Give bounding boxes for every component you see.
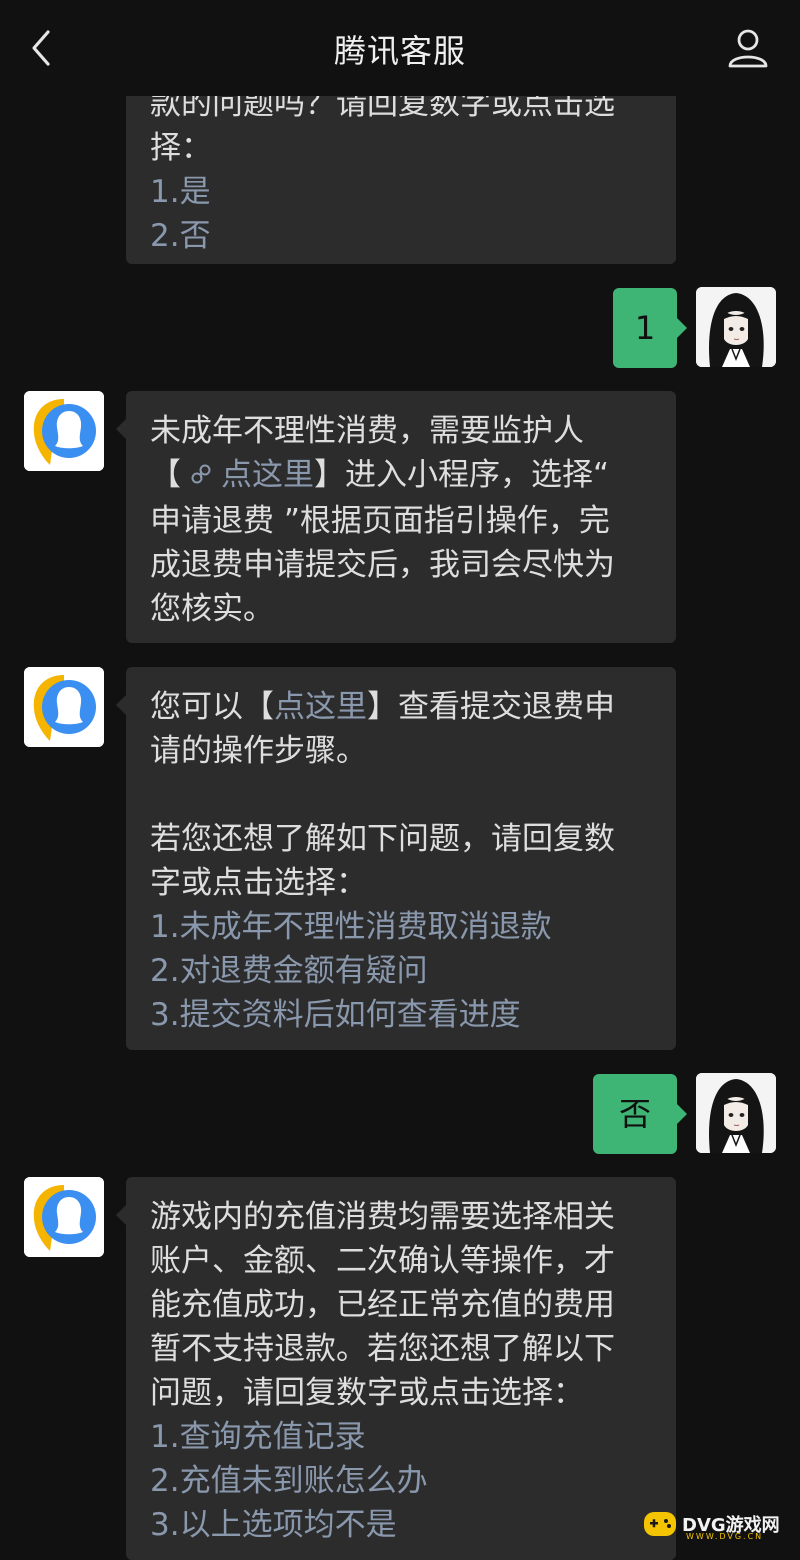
user-avatar[interactable] <box>696 287 776 367</box>
message-line: 暂不支持退款。若您还想了解以下 <box>150 1331 615 1367</box>
user-message: 否 <box>593 1074 687 1154</box>
option-item[interactable]: 3.以上选项均不是 <box>150 1503 652 1547</box>
top-bar: 腾讯客服 <box>0 0 800 96</box>
option-item[interactable]: 1.未成年不理性消费取消退款 <box>150 905 652 949</box>
message-text: 】查看提交退费申 <box>367 689 615 725</box>
message-line: 申请退费 ”根据页面指引操作，完 <box>150 502 610 539</box>
message-text: 】进入小程序，选择“ <box>314 457 610 493</box>
message-text: 否 <box>618 1095 651 1133</box>
bracket: 【 <box>150 457 181 493</box>
click-here-link[interactable]: 点这里 <box>274 689 367 725</box>
message-text: 您可以【 <box>150 689 274 725</box>
option-item[interactable]: 2.否 <box>150 214 652 258</box>
message-line: 择： <box>150 130 212 166</box>
bot-message: 未成年不理性消费，需要监护人 【 点这里】进入小程序，选择“ 申请退费 ”根据页… <box>116 391 676 643</box>
site-watermark: DVG游戏网 WWW.DVG.CN <box>642 1506 792 1546</box>
option-item[interactable]: 1.查询充值记录 <box>150 1415 652 1459</box>
mini-program-link-icon[interactable] <box>181 455 221 499</box>
option-item[interactable]: 2.充值未到账怎么办 <box>150 1459 652 1503</box>
message-line: 字或点击选择： <box>150 865 367 901</box>
click-here-link[interactable]: 点这里 <box>221 457 314 493</box>
gamepad-logo-icon <box>642 1508 678 1544</box>
person-icon[interactable] <box>726 26 770 70</box>
message-line: 未成年不理性消费，需要监护人 <box>150 413 584 449</box>
customer-service-avatar[interactable] <box>24 1177 104 1257</box>
message-line: 成退费申请提交后，我司会尽快为 <box>150 546 615 583</box>
watermark-subtext: WWW.DVG.CN <box>686 1532 764 1541</box>
page-title: 腾讯客服 <box>333 32 466 70</box>
message-text: 1 <box>634 309 656 347</box>
message-line: 您核实。 <box>150 590 274 627</box>
bot-message: 您可以【点这里】查看提交退费申 请的操作步骤。 若您还想了解如下问题，请回复数 … <box>116 667 676 1050</box>
message-line: 问题，请回复数字或点击选择： <box>150 1375 584 1411</box>
message-line: 【 点这里】进入小程序，选择“ <box>150 453 652 499</box>
option-item[interactable]: 3.提交资料后如何查看进度 <box>150 993 652 1037</box>
message-line: 游戏内的充值消费均需要选择相关 <box>150 1199 615 1235</box>
customer-service-avatar[interactable] <box>24 391 104 471</box>
message-line: 请的操作步骤。 <box>150 733 367 769</box>
bot-message: 游戏内的充值消费均需要选择相关 账户、金额、二次确认等操作，才 能充值成功，已经… <box>116 1177 676 1560</box>
user-avatar[interactable] <box>696 1073 776 1153</box>
message-line: 能充值成功，已经正常充值的费用 <box>150 1287 615 1323</box>
message-line: 若您还想了解如下问题，请回复数 <box>150 821 615 857</box>
customer-service-avatar[interactable] <box>24 667 104 747</box>
option-item[interactable]: 1.是 <box>150 170 652 214</box>
user-message: 1 <box>613 288 687 368</box>
message-line: 您可以【点这里】查看提交退费申 <box>150 685 652 729</box>
message-line: 账户、金额、二次确认等操作，才 <box>150 1243 615 1279</box>
option-item[interactable]: 2.对退费金额有疑问 <box>150 949 652 993</box>
